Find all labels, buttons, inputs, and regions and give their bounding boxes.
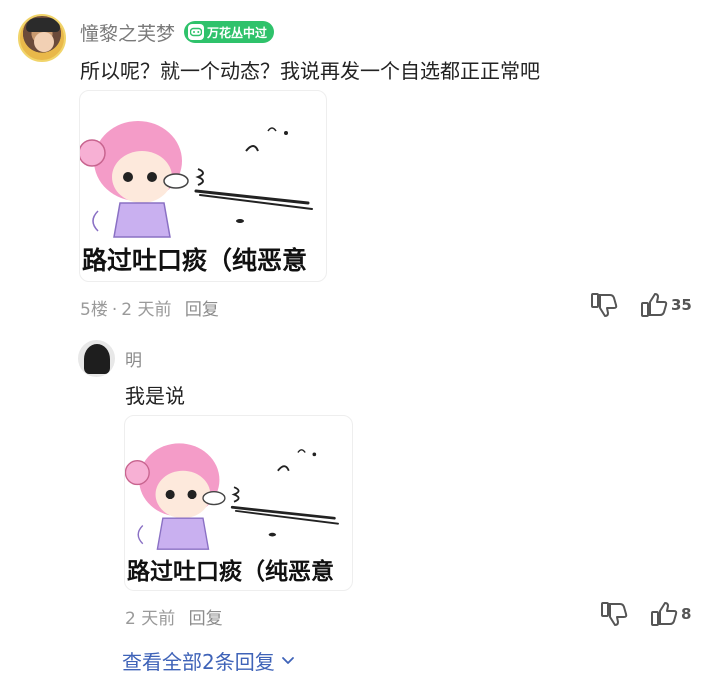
reply-button[interactable]: 回复 [189,609,223,629]
like-icon [651,602,678,626]
like-button[interactable]: 35 [640,292,692,318]
user-avatar[interactable] [18,14,66,62]
reply-user-avatar[interactable] [78,340,115,377]
user-badge: 万花丛中过 [184,21,275,43]
comment-time: 2 天前 [121,300,172,320]
chevron-down-icon [281,656,294,664]
comment-meta: 5楼 · 2 天前 回复 [80,295,219,320]
badge-label: 万花丛中过 [207,25,268,40]
dislike-icon [601,602,628,626]
like-button[interactable]: 8 [650,601,691,627]
avatar-hat [26,18,60,32]
dislike-icon [591,293,618,317]
gamepad-icon [188,24,204,40]
reply-meta: 2 天前 回复 [125,604,223,629]
like-count: 35 [671,296,692,314]
view-all-replies-link[interactable]: 查看全部2条回复 [122,646,295,675]
dislike-button[interactable] [590,292,618,318]
sticker-caption: 路过吐口痰（纯恶意 [82,246,308,275]
reply-button[interactable]: 回复 [185,300,219,320]
comment-text: 所以呢？就一个动态？我说再发一个自选都正正常吧 [80,59,540,83]
avatar-silhouette [84,344,110,374]
reply-text: 我是说 [125,384,185,408]
sticker-caption: 路过吐口痰（纯恶意 [127,559,334,585]
spitting-girl-sticker [125,443,339,550]
like-count: 8 [681,605,692,623]
floor-number: 5楼 [80,300,108,320]
view-all-label: 查看全部2条回复 [122,650,275,674]
like-icon [641,293,668,317]
dislike-button[interactable] [600,601,628,627]
spitting-girl-sticker [80,121,313,238]
avatar-face [34,32,54,52]
reply-time: 2 天前 [125,609,176,629]
sticker-image[interactable]: 路过吐口痰（纯恶意 [79,90,327,282]
reply-sticker-image[interactable]: 路过吐口痰（纯恶意 [124,415,353,591]
comment-username[interactable]: 憧黎之芙梦 [80,19,175,46]
reply-username[interactable]: 明 [125,346,142,371]
meta-separator: · [111,300,118,320]
